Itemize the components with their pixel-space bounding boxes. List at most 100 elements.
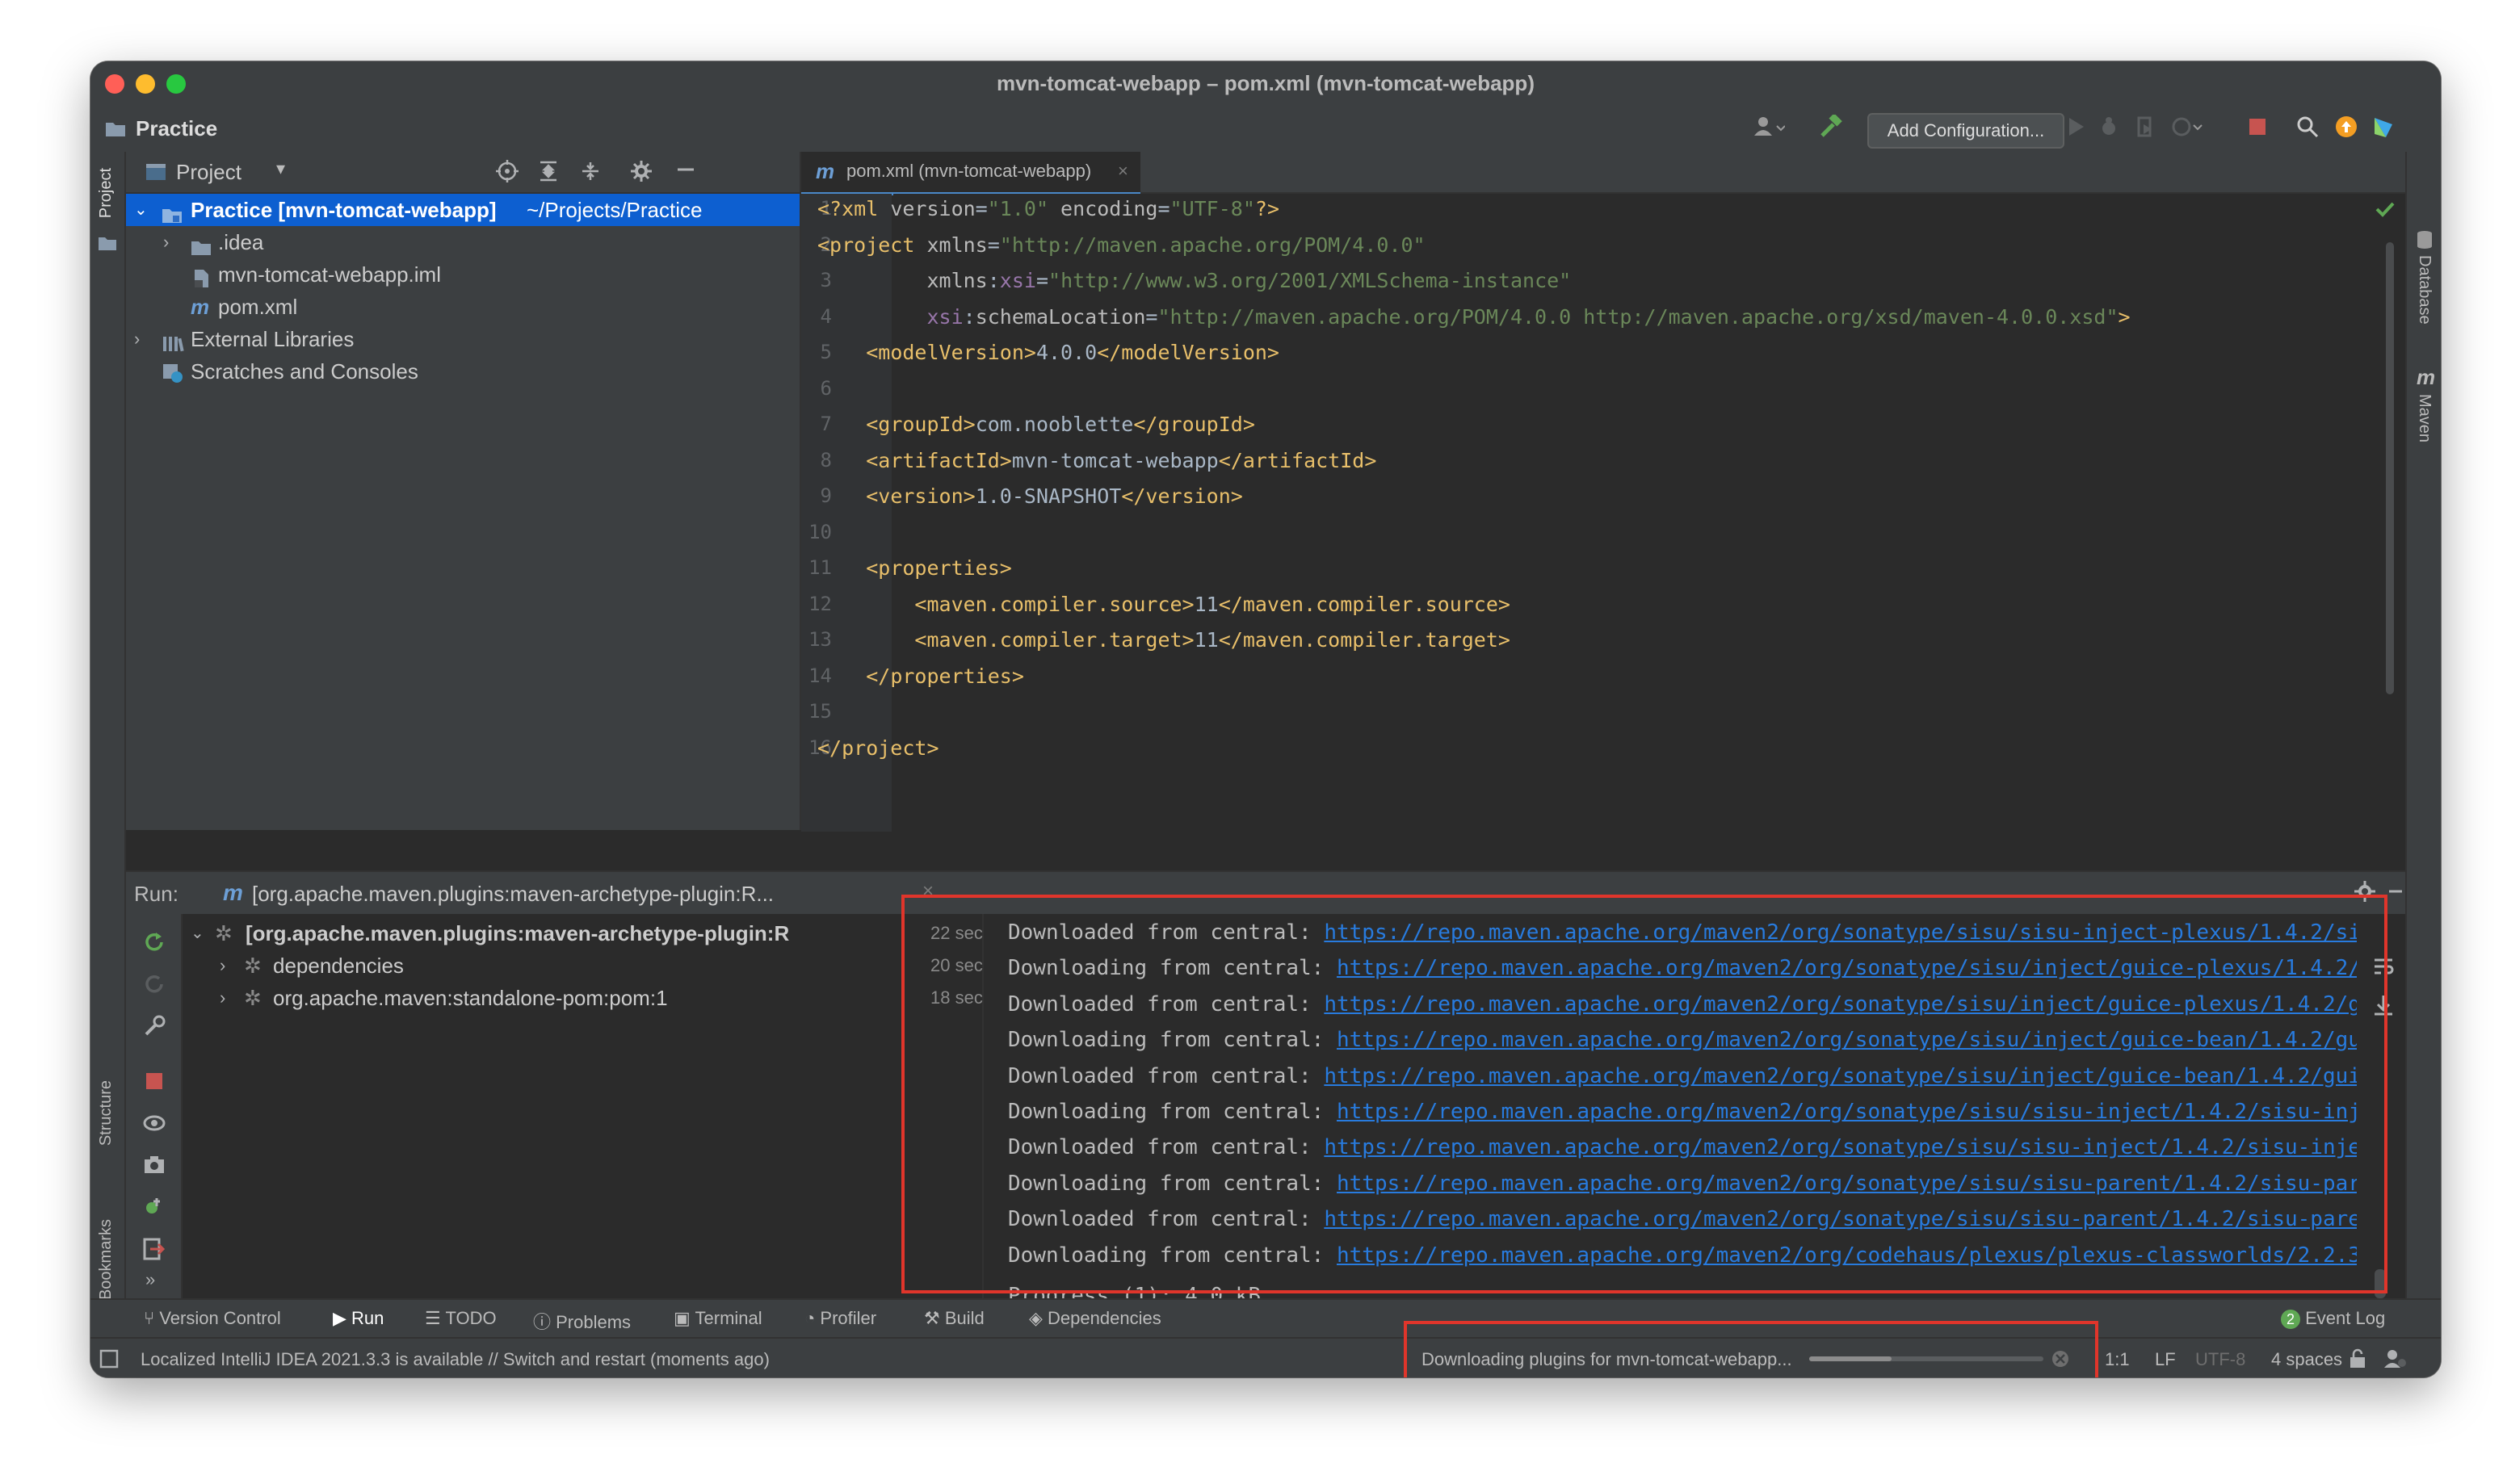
editor-scrollbar[interactable] (2386, 242, 2394, 694)
line-number: 6 (820, 376, 832, 400)
chevron-right-icon[interactable]: › (220, 950, 225, 982)
code-token: = (1145, 304, 1158, 329)
chevron-down-icon[interactable]: ▾ (276, 158, 285, 179)
tree-row-iml[interactable]: mvn-tomcat-webapp.iml (126, 258, 800, 291)
project-view-title[interactable]: Project (176, 160, 241, 185)
todo-label: TODO (445, 1308, 497, 1328)
add-configuration-button[interactable]: Add Configuration... (1867, 113, 2064, 149)
camera-icon[interactable] (142, 1153, 166, 1181)
bookmarks-tool-button[interactable]: Bookmarks (97, 1219, 115, 1300)
build-hammer-icon[interactable] (1819, 113, 1843, 145)
status-task-highlight-box (1404, 1321, 2098, 1377)
version-control-button[interactable]: ⑂ Version Control (144, 1308, 281, 1329)
code-token: </properties> (866, 664, 1024, 688)
project-tool-button[interactable]: Project (97, 168, 115, 218)
more-icon[interactable]: » (145, 1269, 155, 1290)
layers-icon: ◈ (1029, 1308, 1048, 1328)
tree-item-label: External Libraries (191, 327, 355, 351)
run-icon[interactable] (2066, 115, 2087, 145)
window-toggle-icon[interactable] (99, 1348, 120, 1373)
stop-icon[interactable] (142, 1069, 166, 1097)
build-button[interactable]: ⚒ Build (924, 1308, 985, 1329)
event-count-badge: 2 (2281, 1310, 2300, 1329)
tree-row-idea[interactable]: › .idea (126, 226, 800, 258)
run-tab-label[interactable]: [org.apache.maven.plugins:maven-archetyp… (252, 882, 774, 907)
run-tree-dependencies[interactable]: › ✲ dependencies 20 sec (183, 950, 983, 982)
run-tree-label: org.apache.maven:standalone-pom:pom:1 (273, 986, 668, 1010)
code-token: "http://maven.apache.org/POM/4.0.0" (999, 233, 1426, 257)
event-log-button[interactable]: 2 Event Log (2281, 1308, 2385, 1329)
close-icon[interactable]: × (1118, 152, 1128, 191)
rerun-icon[interactable] (142, 930, 166, 958)
tab-pom-xml[interactable]: m pom.xml (mvn-tomcat-webapp) × (801, 152, 1140, 195)
indent-setting[interactable]: 4 spaces (2271, 1349, 2342, 1370)
problems-button[interactable]: ⓘ Problems (533, 1308, 631, 1334)
dependencies-button[interactable]: ◈ Dependencies (1029, 1308, 1161, 1329)
code-token: "UTF-8" (1170, 197, 1255, 220)
inspector-icon[interactable] (2383, 1347, 2407, 1373)
run-tree-standalone-pom[interactable]: › ✲ org.apache.maven:standalone-pom:pom:… (183, 982, 983, 1014)
code-token: 4.0.0 (1035, 341, 1098, 364)
left-tool-stripe: Project Structure Bookmarks (90, 152, 126, 1300)
wrench-icon[interactable] (142, 1014, 166, 1042)
restore-layout-icon[interactable] (142, 1195, 166, 1223)
maven-file-icon: m (816, 159, 835, 183)
line-number: 10 (808, 520, 832, 543)
code-line: <maven.compiler.target>11</maven.compile… (817, 628, 1510, 652)
navigation-bar: Practice Add Configuration... (90, 107, 2441, 153)
stop-icon[interactable] (2247, 115, 2268, 145)
collapse-all-icon[interactable] (580, 160, 601, 188)
code-line: </project> (817, 736, 939, 760)
minimize-panel-icon[interactable] (2387, 880, 2404, 907)
code-token: = (987, 233, 1000, 257)
profiler-button[interactable]: ◔ Profiler (804, 1308, 876, 1329)
maven-icon: m (2417, 365, 2436, 389)
version-control-label: Version Control (159, 1308, 281, 1328)
code-token: </project> (817, 736, 939, 760)
todo-button[interactable]: ☰ TODO (425, 1308, 497, 1329)
exit-icon[interactable] (142, 1237, 166, 1265)
search-icon[interactable] (2295, 115, 2320, 145)
file-encoding[interactable]: UTF-8 (2195, 1349, 2245, 1370)
expand-all-icon[interactable] (538, 160, 559, 188)
status-message[interactable]: Localized IntelliJ IDEA 2021.3.3 is avai… (141, 1349, 770, 1370)
chevron-right-icon[interactable]: › (220, 982, 225, 1014)
lock-icon[interactable] (2347, 1348, 2368, 1373)
chevron-down-icon[interactable]: ⌄ (134, 194, 148, 226)
chevron-right-icon[interactable]: › (163, 226, 169, 258)
locate-icon[interactable] (496, 160, 519, 188)
plugin-icon[interactable] (2371, 115, 2396, 145)
code-token: version (890, 197, 976, 220)
profile-icon[interactable] (2171, 115, 2203, 145)
project-root-path: ~/Projects/Practice (527, 198, 703, 222)
code-token: <project (817, 233, 927, 257)
tree-item-label: pom.xml (218, 295, 298, 319)
maven-tool-button[interactable]: Maven (2415, 394, 2434, 442)
code-token: xsi (926, 304, 964, 329)
tree-row-pom[interactable]: m pom.xml (126, 291, 800, 323)
rerun-failed-icon[interactable] (142, 972, 166, 1000)
debug-icon[interactable] (2097, 115, 2121, 145)
run-tree-root[interactable]: ⌄ ✲ [org.apache.maven.plugins:maven-arch… (183, 917, 983, 950)
terminal-button[interactable]: ▣ Terminal (674, 1308, 762, 1329)
eye-icon[interactable] (142, 1111, 166, 1139)
line-separator[interactable]: LF (2155, 1349, 2176, 1370)
breadcrumb[interactable]: Practice (136, 116, 217, 141)
code-line: </properties> (817, 664, 1024, 688)
gear-icon[interactable] (630, 160, 653, 188)
run-tool-button[interactable]: ▶ Run (333, 1308, 384, 1329)
tree-row-project-root[interactable]: ⌄ Practice [mvn-tomcat-webapp] ~/Project… (126, 194, 800, 226)
chevron-down-icon[interactable]: ⌄ (191, 917, 204, 950)
minimize-panel-icon[interactable] (675, 158, 696, 187)
structure-tool-button[interactable]: Structure (97, 1080, 115, 1146)
coverage-icon[interactable] (2134, 115, 2158, 145)
chevron-right-icon[interactable]: › (134, 323, 140, 355)
code-line: <groupId>com.nooblette</groupId> (817, 413, 1255, 436)
tree-row-external-libraries[interactable]: › External Libraries (126, 323, 800, 355)
database-tool-button[interactable]: Database (2415, 255, 2434, 325)
run-label: Run: (134, 882, 178, 906)
tree-row-scratches[interactable]: Scratches and Consoles (126, 355, 800, 388)
caret-position[interactable]: 1:1 (2105, 1349, 2130, 1370)
user-icon[interactable] (1753, 115, 1786, 145)
update-icon[interactable] (2334, 115, 2358, 145)
